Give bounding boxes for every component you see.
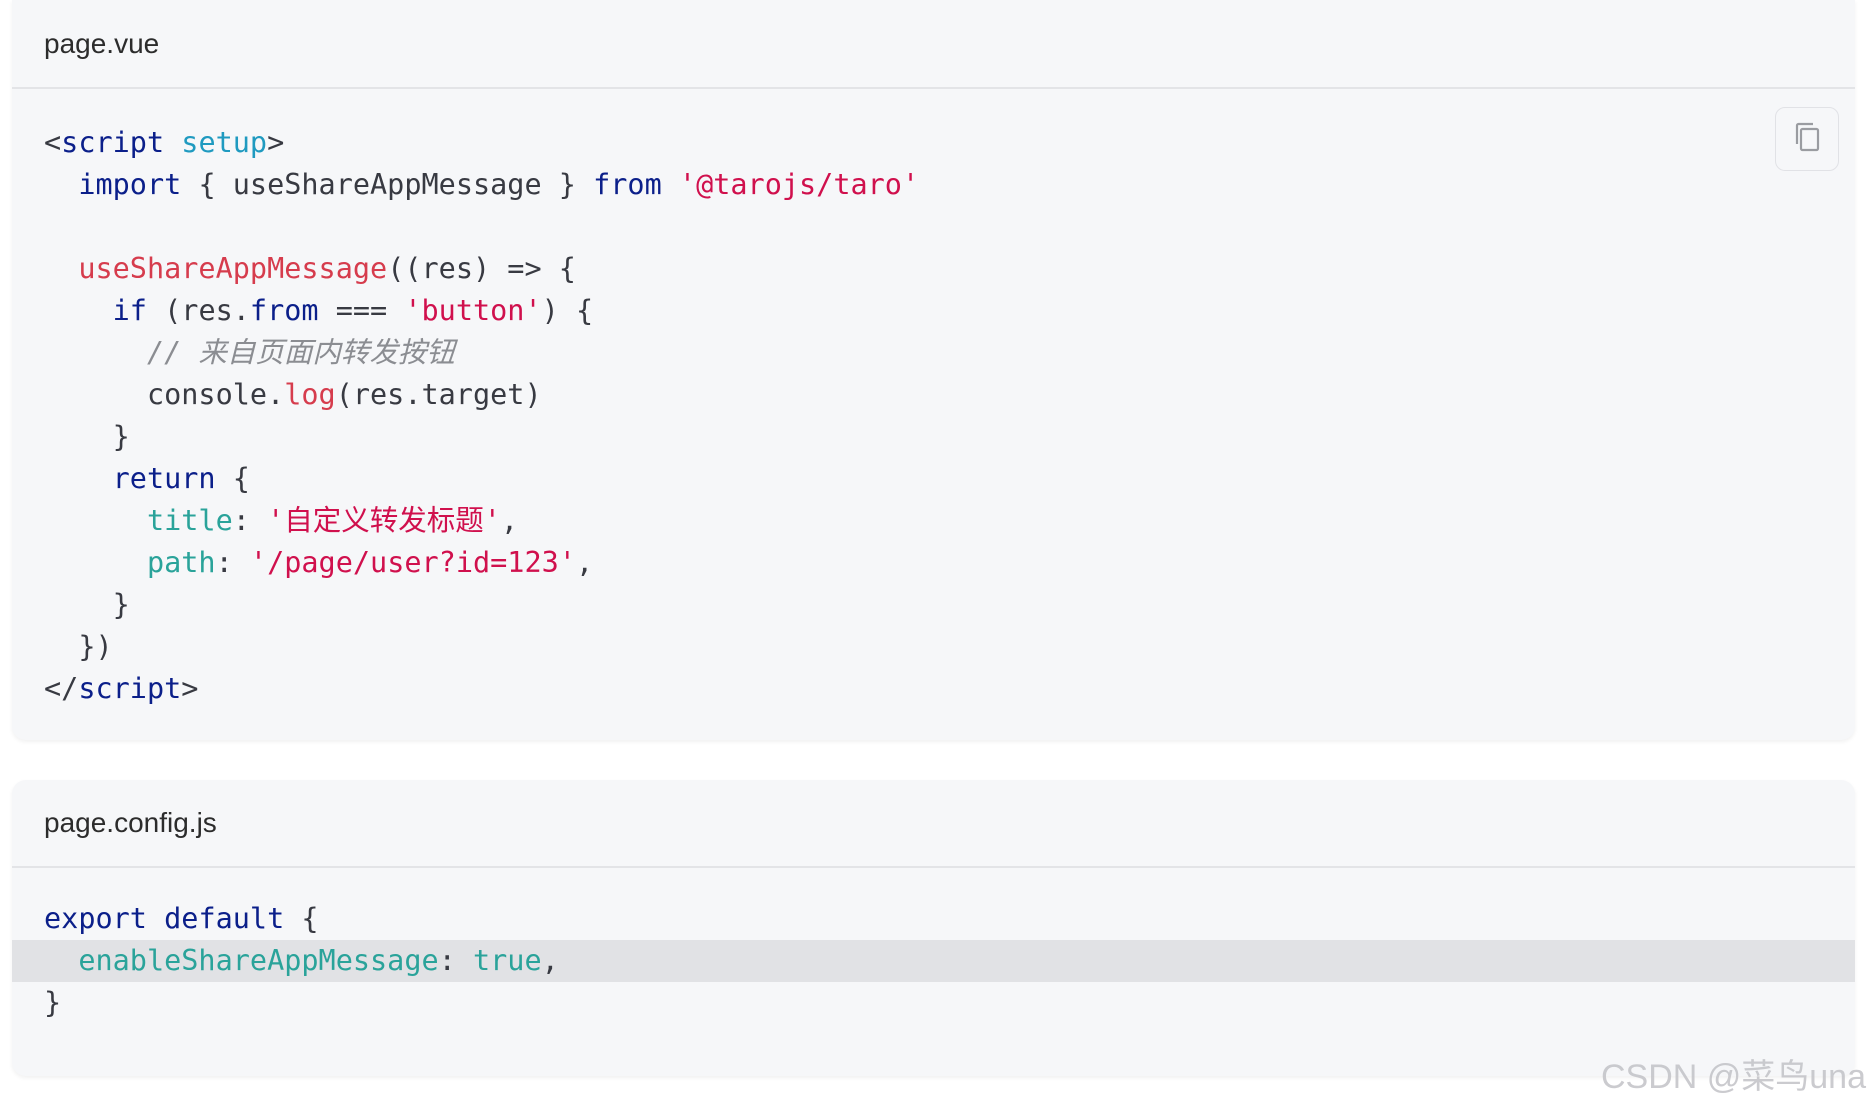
code-token: ((res) => {: [387, 252, 576, 285]
code-line: <script setup>: [12, 122, 1855, 164]
watermark: CSDN @菜鸟una: [1600, 1058, 1866, 1096]
code-token: >: [181, 672, 199, 705]
code-token: useShareAppMessage: [78, 252, 388, 285]
code-token: enableShareAppMessage: [78, 944, 439, 977]
code-line: </script>: [12, 668, 1855, 710]
code-token: console.: [44, 378, 285, 411]
code-token: ,: [541, 944, 559, 977]
code-line: }: [12, 416, 1855, 458]
code-token: }: [44, 420, 130, 453]
code-token: from: [249, 294, 319, 327]
code-token: }): [44, 630, 113, 663]
code-line: if (res.from === 'button') {: [12, 290, 1855, 332]
code-token: (res.target): [335, 378, 542, 411]
code-line: // 来自页面内转发按钮: [12, 332, 1855, 374]
code-token: {: [284, 902, 319, 935]
code-token: 'button': [404, 294, 542, 327]
code-line: }: [12, 982, 1855, 1024]
code-token: export: [44, 902, 147, 935]
code-token: <: [44, 126, 62, 159]
code-token: ===: [318, 294, 405, 327]
code-token: ,: [500, 504, 519, 537]
code-token: </: [44, 672, 79, 705]
code-token: {: [215, 462, 250, 495]
code-token: :: [438, 944, 473, 977]
code-token: return: [112, 462, 216, 495]
code-token: true: [472, 944, 542, 977]
copy-button[interactable]: [1775, 107, 1839, 171]
code-line: useShareAppMessage((res) => {: [12, 248, 1855, 290]
code-line: title: '自定义转发标题',: [12, 500, 1855, 542]
code-token: script: [78, 672, 182, 705]
code-token: if: [112, 294, 147, 327]
code-token: (res.: [146, 294, 250, 327]
code-token: log: [284, 378, 336, 411]
code-line: return {: [12, 458, 1855, 500]
code-token: from: [593, 168, 662, 201]
code-line: import { useShareAppMessage } from '@tar…: [12, 164, 1855, 206]
code-token: import: [78, 168, 182, 201]
code-block-page-config: page.config.js export default { enableSh…: [12, 780, 1855, 1076]
code-line: }): [12, 626, 1855, 668]
code-line: export default {: [12, 898, 1855, 940]
copy-icon: [1792, 121, 1822, 158]
code-token: :: [232, 504, 268, 537]
code-token: script: [61, 126, 165, 159]
file-name: page.vue: [12, 0, 1855, 89]
code-token: '/page/user?id=123': [249, 546, 576, 579]
code-block-page-vue: page.vue <script setup> import { useShar…: [12, 0, 1855, 740]
code-body[interactable]: <script setup> import { useShareAppMessa…: [12, 89, 1855, 710]
code-token: >: [267, 126, 285, 159]
code-token: ) {: [541, 294, 594, 327]
code-token: :: [215, 546, 250, 579]
code-line: path: '/page/user?id=123',: [12, 542, 1855, 584]
code-line: console.log(res.target): [12, 374, 1855, 416]
code-line: }: [12, 584, 1855, 626]
code-body[interactable]: export default { enableShareAppMessage: …: [12, 868, 1855, 1024]
code-token: path: [146, 546, 216, 579]
code-line: enableShareAppMessage: true,: [12, 940, 1855, 982]
code-token: ,: [575, 546, 594, 579]
code-token: '@tarojs/taro': [678, 168, 920, 201]
code-token: }: [44, 588, 130, 621]
code-token: title: [146, 504, 233, 537]
code-token: setup: [181, 126, 268, 159]
code-token: '自定义转发标题': [267, 504, 501, 537]
code-token: }: [44, 986, 62, 1019]
file-name: page.config.js: [12, 780, 1855, 868]
code-token: default: [164, 902, 285, 935]
code-token: { useShareAppMessage }: [181, 168, 594, 201]
code-token: // 来自页面内转发按钮: [146, 336, 455, 369]
